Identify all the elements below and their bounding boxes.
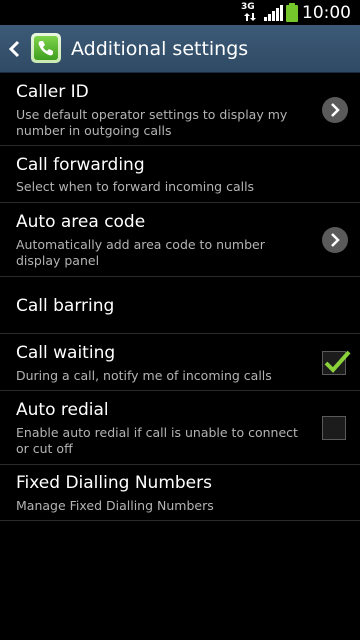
check-icon [324, 350, 351, 373]
status-bar: 3G 10:00 [0, 0, 360, 25]
setting-call-waiting[interactable]: Call waiting During a call, notify me of… [0, 334, 360, 391]
setting-summary: Enable auto redial if call is unable to … [16, 425, 298, 456]
call-waiting-checkbox[interactable] [322, 350, 351, 375]
setting-summary: Manage Fixed Dialling Numbers [16, 498, 214, 513]
setting-label: Call barring [16, 296, 115, 316]
auto-redial-checkbox[interactable] [322, 416, 346, 440]
page-title: Additional settings [71, 38, 249, 60]
setting-summary: Automatically add area code to number di… [16, 237, 265, 268]
setting-label: Auto area code [16, 212, 146, 232]
battery-icon [286, 3, 298, 22]
signal-icon [264, 5, 283, 21]
setting-label: Call forwarding [16, 155, 145, 175]
setting-auto-area-code[interactable]: Auto area code Automatically add area co… [0, 203, 360, 277]
back-icon[interactable] [7, 39, 21, 59]
setting-summary: Use default operator settings to display… [16, 107, 288, 138]
data-arrows-icon [244, 13, 256, 21]
setting-summary: During a call, notify me of incoming cal… [16, 368, 272, 383]
status-clock: 10:00 [302, 3, 351, 23]
setting-label: Fixed Dialling Numbers [16, 473, 212, 493]
chevron-right-icon[interactable] [322, 97, 348, 123]
setting-label: Caller ID [16, 82, 89, 102]
phone-app-icon[interactable] [31, 33, 61, 63]
action-bar: Additional settings [0, 25, 360, 73]
setting-call-barring[interactable]: Call barring [0, 277, 360, 334]
setting-label: Call waiting [16, 343, 116, 363]
setting-summary: Select when to forward incoming calls [16, 179, 255, 194]
setting-fixed-dialling-numbers[interactable]: Fixed Dialling Numbers Manage Fixed Dial… [0, 465, 360, 521]
setting-call-forwarding[interactable]: Call forwarding Select when to forward i… [0, 146, 360, 203]
setting-auto-redial[interactable]: Auto redial Enable auto redial if call i… [0, 391, 360, 465]
setting-label: Auto redial [16, 400, 109, 420]
network-type: 3G [241, 2, 255, 12]
chevron-right-icon[interactable] [322, 227, 348, 253]
settings-list: Caller ID Use default operator settings … [0, 73, 360, 521]
setting-caller-id[interactable]: Caller ID Use default operator settings … [0, 73, 360, 146]
